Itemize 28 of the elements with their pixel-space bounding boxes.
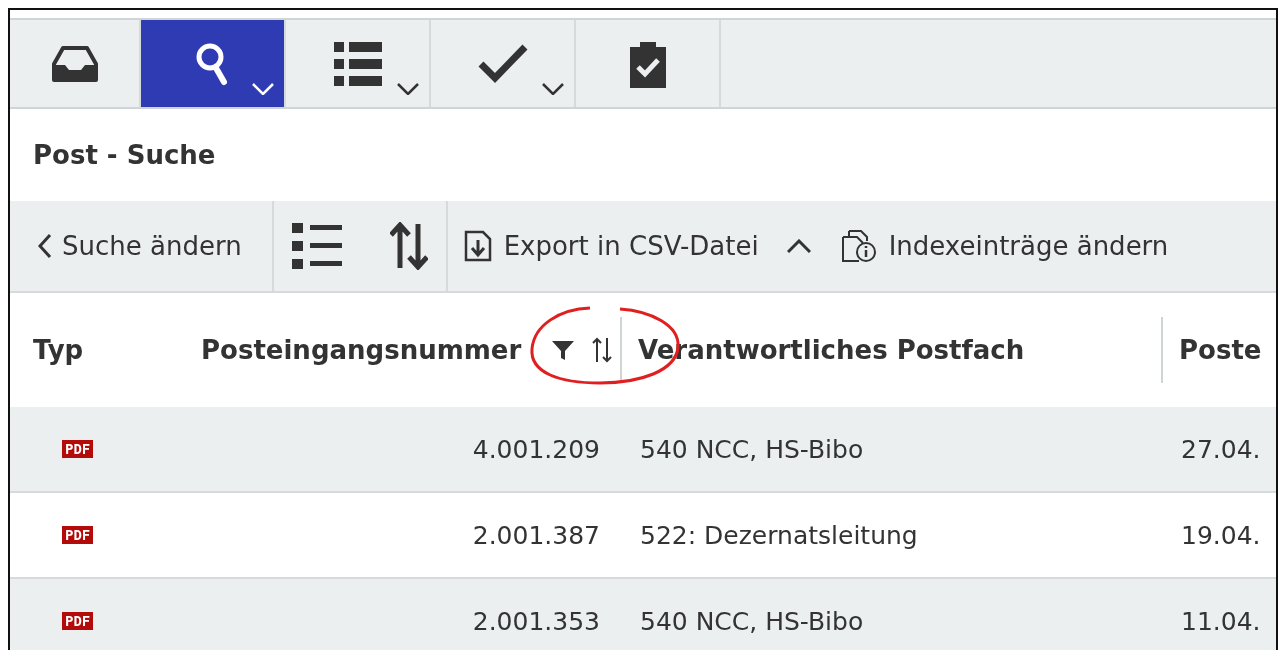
table-cell-text: 2.001.353 — [471, 606, 601, 636]
page-title: Post - Suche — [33, 140, 216, 170]
toolbar-button[interactable] — [141, 20, 286, 107]
back-button[interactable]: Suche ändern — [34, 225, 246, 267]
export-button[interactable]: Export in CSV-Datei — [459, 224, 763, 268]
table-cell-text: 522: Dezernatsleitung — [639, 520, 919, 550]
table-cell-text: 19.04. — [1180, 520, 1262, 550]
inbox-icon — [50, 43, 99, 84]
checkmark-icon — [477, 43, 528, 84]
sort-icon — [389, 222, 428, 270]
column-header[interactable]: Posteingangsnummer — [201, 317, 522, 383]
table-cell-text: 11.04. — [1180, 606, 1262, 636]
list-icon — [333, 41, 382, 86]
table-cell-text: 2.001.387 — [471, 520, 601, 550]
list-icon — [291, 223, 342, 269]
file-type-badge: PDF — [62, 440, 94, 458]
clipboard-check-icon — [627, 39, 668, 88]
caret-up-icon — [786, 239, 811, 253]
column-header[interactable]: Typ — [33, 317, 84, 383]
chevron-left-icon — [38, 233, 52, 259]
file-type-badge: PDF — [62, 612, 94, 630]
table-cell-text: 27.04. — [1180, 434, 1262, 464]
column-header[interactable]: Poste — [1179, 317, 1262, 383]
file-type-badge: PDF — [62, 526, 94, 544]
table-cell-text: 540 NCC, HS-Bibo — [639, 606, 865, 636]
edit-index-button[interactable]: Indexeinträge ändern — [836, 223, 1173, 269]
table-cell-text: 540 NCC, HS-Bibo — [639, 434, 865, 464]
table-cell-text: 4.001.209 — [471, 434, 601, 464]
